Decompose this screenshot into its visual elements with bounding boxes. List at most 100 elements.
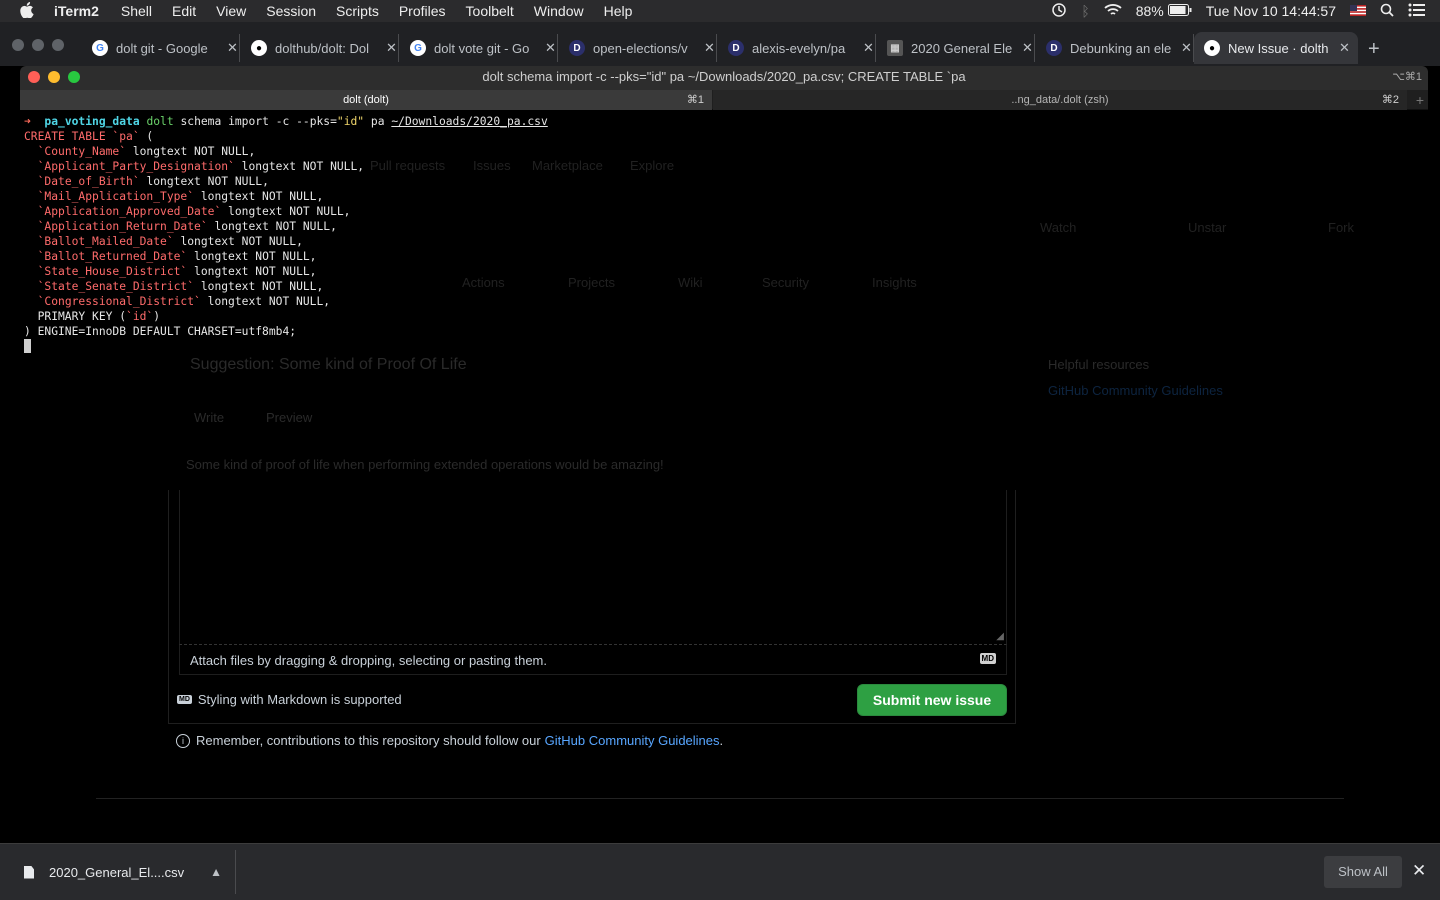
browser-tab-title: dolthub/dolt: Dol (275, 40, 369, 56)
command-rest: pa (364, 115, 392, 128)
browser-tab[interactable]: D Debunking an ele ✕ (1036, 34, 1194, 62)
time-machine-icon[interactable] (1051, 2, 1067, 21)
column-name: `Congressional_District` (37, 295, 201, 308)
column-type: longtext NOT NULL, (194, 190, 324, 203)
gh-preview-tab[interactable]: Preview (266, 410, 312, 425)
menu-edit[interactable]: Edit (172, 3, 196, 19)
command-pks: "id" (336, 115, 365, 128)
menu-app-iterm2[interactable]: iTerm2 (54, 3, 99, 19)
gh-attach-files-area[interactable]: Attach files by dragging & dropping, sel… (179, 645, 1007, 675)
column-name: `Application_Approved_Date` (37, 205, 222, 218)
terminal-line: `State_House_District` longtext NOT NULL… (24, 264, 1428, 279)
terminal-line: CREATE TABLE `pa` ( (24, 129, 1428, 144)
terminal-line: PRIMARY KEY (`id`) (24, 309, 1428, 324)
new-iterm-tab-button[interactable]: + (1416, 90, 1424, 110)
github-icon: ● (251, 40, 267, 56)
resize-handle-icon[interactable]: ◢ (996, 631, 1004, 642)
menu-toolbelt[interactable]: Toolbelt (466, 3, 514, 19)
menu-profiles[interactable]: Profiles (399, 3, 446, 19)
google-icon: G (410, 40, 426, 56)
new-tab-button[interactable]: + (1368, 38, 1380, 61)
browser-tab-title: open-elections/v (593, 40, 688, 56)
gh-sidebar-guidelines-link[interactable]: GitHub Community Guidelines (1048, 383, 1223, 398)
menu-help[interactable]: Help (604, 3, 633, 19)
column-type: longtext NOT NULL, (194, 280, 324, 293)
bluetooth-icon[interactable]: ᛒ (1081, 3, 1089, 19)
command-args: schema import -c --pks= (173, 115, 337, 128)
gh-issue-title-input[interactable]: Suggestion: Some kind of Proof Of Life (190, 356, 467, 374)
column-name: `State_Senate_District` (37, 280, 195, 293)
gh-issue-body-text[interactable]: Some kind of proof of life when performi… (186, 457, 664, 472)
gh-community-guidelines-link[interactable]: GitHub Community Guidelines (545, 733, 720, 748)
clock[interactable]: Tue Nov 10 14:44:57 (1206, 3, 1336, 19)
close-tab-icon[interactable]: ✕ (545, 40, 556, 56)
iterm-tab-shortcut: ⌘2 (1381, 94, 1399, 106)
chevron-up-icon[interactable]: ▲ (210, 865, 222, 879)
close-icon[interactable]: ✕ (1412, 861, 1426, 881)
battery-percent: 88% (1135, 3, 1164, 19)
browser-tab[interactable]: D open-elections/v ✕ (559, 34, 717, 62)
wifi-icon[interactable] (1104, 3, 1122, 20)
close-tab-icon[interactable]: ✕ (1339, 40, 1350, 56)
browser-tab-title: New Issue · dolth (1228, 40, 1329, 56)
menu-shell[interactable]: Shell (121, 3, 152, 19)
dolthub-icon: D (569, 40, 585, 56)
column-name: `Ballot_Mailed_Date` (37, 235, 174, 248)
column-type: longtext NOT NULL, (207, 220, 337, 233)
terminal-output[interactable]: ➜ pa_voting_data dolt schema import -c -… (20, 110, 1428, 353)
google-icon: G (92, 40, 108, 56)
menu-window[interactable]: Window (534, 3, 584, 19)
browser-zoom-button[interactable] (52, 39, 64, 51)
flag-us-icon[interactable] (1350, 3, 1366, 19)
minimize-window-button[interactable] (48, 71, 60, 83)
browser-minimize-button[interactable] (32, 39, 44, 51)
browser-tab-active[interactable]: ● New Issue · dolth ✕ (1194, 32, 1358, 64)
browser-tab[interactable]: ● dolthub/dolt: Dol ✕ (241, 34, 399, 62)
apple-icon[interactable] (20, 1, 36, 21)
download-filename: 2020_General_El....csv (49, 864, 185, 880)
iterm-tab-1[interactable]: dolt (dolt) ⌘1 (20, 90, 712, 110)
close-tab-icon[interactable]: ✕ (704, 40, 715, 56)
menu-scripts[interactable]: Scripts (336, 3, 379, 19)
browser-tab[interactable]: D alexis-evelyn/pa ✕ (718, 34, 876, 62)
battery-icon[interactable] (1167, 3, 1192, 19)
divider (96, 798, 1344, 799)
gh-reminder-text: Remember, contributions to this reposito… (196, 733, 541, 748)
terminal-line: `Application_Return_Date` longtext NOT N… (24, 219, 1428, 234)
iterm-tab-label: ..ng_data/.dolt (zsh) (1011, 94, 1109, 106)
close-tab-icon[interactable]: ✕ (1022, 40, 1033, 56)
gh-issue-textarea[interactable]: ◢ (179, 490, 1007, 645)
menu-view[interactable]: View (216, 3, 246, 19)
terminal-line: `County_Name` longtext NOT NULL, (24, 144, 1428, 159)
terminal-prompt-line: ➜ pa_voting_data dolt schema import -c -… (24, 114, 1428, 129)
browser-tab[interactable]: G dolt vote git - Go ✕ (400, 34, 558, 62)
column-type: longtext NOT NULL, (139, 175, 269, 188)
browser-close-button[interactable] (12, 39, 24, 51)
close-tab-icon[interactable]: ✕ (227, 40, 238, 56)
browser-tab-title: dolt git - Google (116, 40, 208, 56)
iterm-titlebar[interactable]: dolt schema import -c --pks="id" pa ~/Do… (20, 66, 1428, 90)
gh-markdown-note[interactable]: MD Styling with Markdown is supported (177, 692, 402, 707)
show-all-downloads-button[interactable]: Show All (1324, 856, 1402, 888)
browser-tab[interactable]: ▦ 2020 General Ele ✕ (877, 34, 1035, 62)
browser-tab-title: Debunking an ele (1070, 40, 1172, 56)
prompt-arrow: ➜ (24, 115, 31, 128)
iterm-tab-2[interactable]: ..ng_data/.dolt (zsh) ⌘2 (713, 90, 1407, 110)
download-item[interactable]: 2020_General_El....csv ▲ (0, 850, 236, 894)
close-window-button[interactable] (28, 71, 40, 83)
close-tab-icon[interactable]: ✕ (386, 40, 397, 56)
column-type: longtext NOT NULL, (173, 235, 303, 248)
zoom-window-button[interactable] (68, 71, 80, 83)
gh-markdown-note-text: Styling with Markdown is supported (197, 692, 402, 707)
close-tab-icon[interactable]: ✕ (863, 40, 874, 56)
close-tab-icon[interactable]: ✕ (1181, 40, 1192, 56)
file-icon (24, 865, 34, 879)
gh-write-tab[interactable]: Write (194, 410, 224, 425)
browser-tab[interactable]: G dolt git - Google ✕ (82, 34, 240, 62)
submit-new-issue-button[interactable]: Submit new issue (857, 684, 1007, 716)
column-name: `State_House_District` (37, 265, 188, 278)
primary-key-paren: ) (153, 310, 161, 323)
spotlight-search-icon[interactable] (1380, 3, 1394, 20)
notification-center-icon[interactable] (1408, 3, 1426, 20)
menu-session[interactable]: Session (266, 3, 316, 19)
